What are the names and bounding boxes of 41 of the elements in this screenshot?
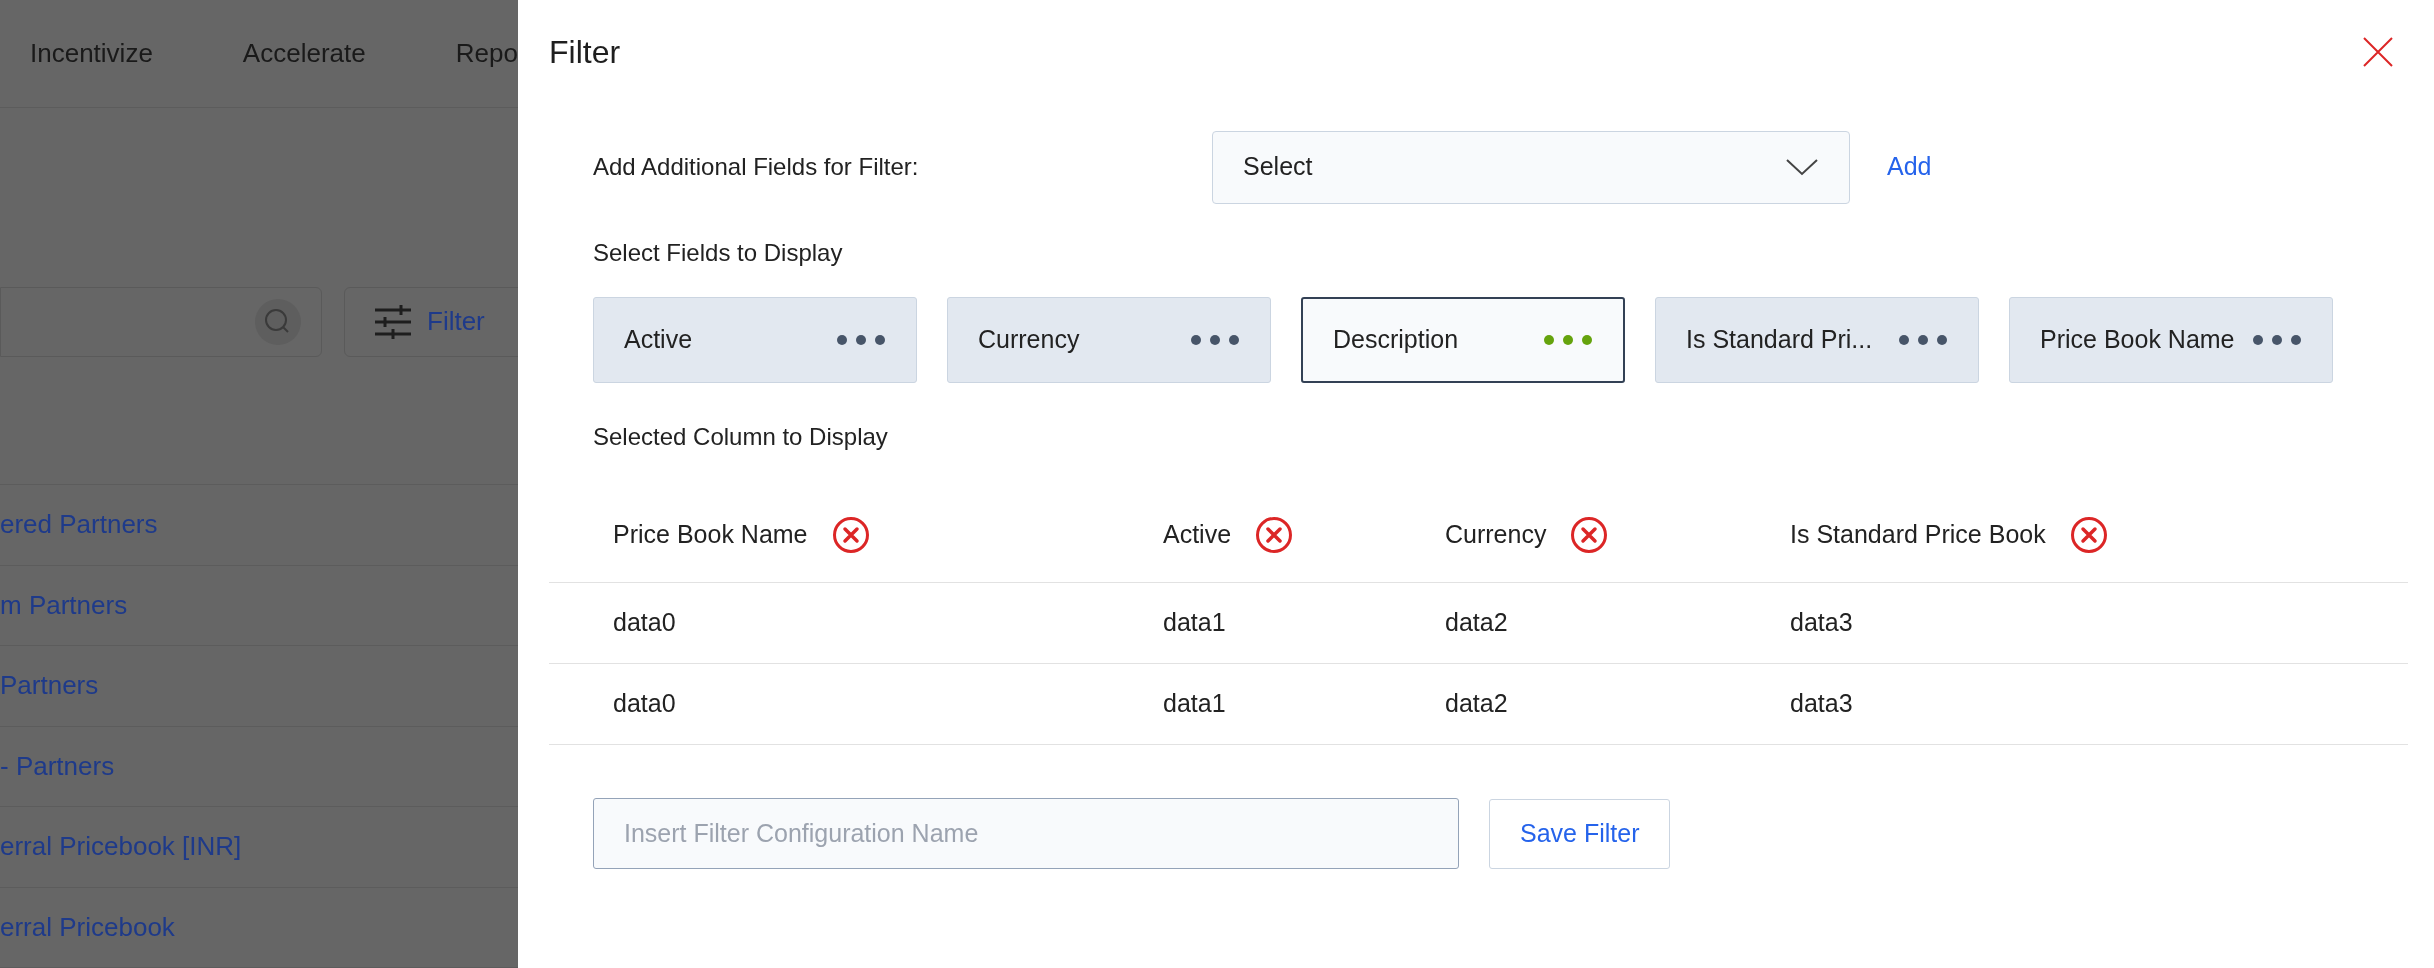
table-cell: data0 [613,689,676,718]
pricebook-link[interactable]: - Partners [0,746,115,786]
pricebook-link[interactable]: erral Pricebook [INR] [0,827,242,867]
field-chip[interactable]: Is Standard Pri... [1655,297,1979,383]
field-chip[interactable]: Description [1301,297,1625,383]
table-cell: data2 [1445,608,1508,637]
search-field[interactable] [0,286,322,357]
column-header: Active [1163,519,1232,551]
save-filter-button[interactable]: Save Filter [1489,798,1671,869]
chevron-down-icon [1785,158,1819,176]
table-cell: data0 [613,608,676,637]
remove-icon[interactable] [2069,516,2108,554]
table-cell: data1 [1163,608,1226,637]
sliders-icon [375,304,411,339]
table-cell: data3 [1790,608,1853,637]
column-header: Price Book Name [613,519,808,551]
section-heading: Selected Column to Display [592,422,889,452]
nav-item[interactable]: Accelerate [242,34,366,74]
remove-icon[interactable] [831,516,870,554]
column-header: Is Standard Price Book [1790,519,2046,551]
field-chip[interactable]: Active [593,297,917,383]
pricebook-link[interactable]: ered Partners [0,505,158,545]
table-cell: data1 [1163,689,1226,718]
pricebook-link[interactable]: Partners [0,666,99,706]
filter-name-field[interactable]: Insert Filter Configuration Name [593,798,1459,869]
field-label: Add Additional Fields for Filter: [593,152,920,182]
add-link[interactable]: Add [1887,148,1932,186]
table-cell: data3 [1790,689,1853,718]
column-header: Currency [1445,519,1547,551]
table-cell: data2 [1445,689,1508,718]
field-chip[interactable]: Price Book Name [2009,297,2333,383]
section-heading: Select Fields to Display [592,238,844,268]
field-chip[interactable]: Currency [947,297,1271,383]
panel-title: Filter [549,33,621,72]
pricebook-link[interactable]: m Partners [0,585,128,625]
remove-icon[interactable] [1255,516,1294,554]
nav-item[interactable]: Incentivize [30,34,153,74]
field-select[interactable]: Select [1212,130,1850,204]
pricebook-link[interactable]: erral Pricebook [0,907,175,947]
remove-icon[interactable] [1570,516,1609,554]
nav-item[interactable]: Repo [455,34,518,74]
